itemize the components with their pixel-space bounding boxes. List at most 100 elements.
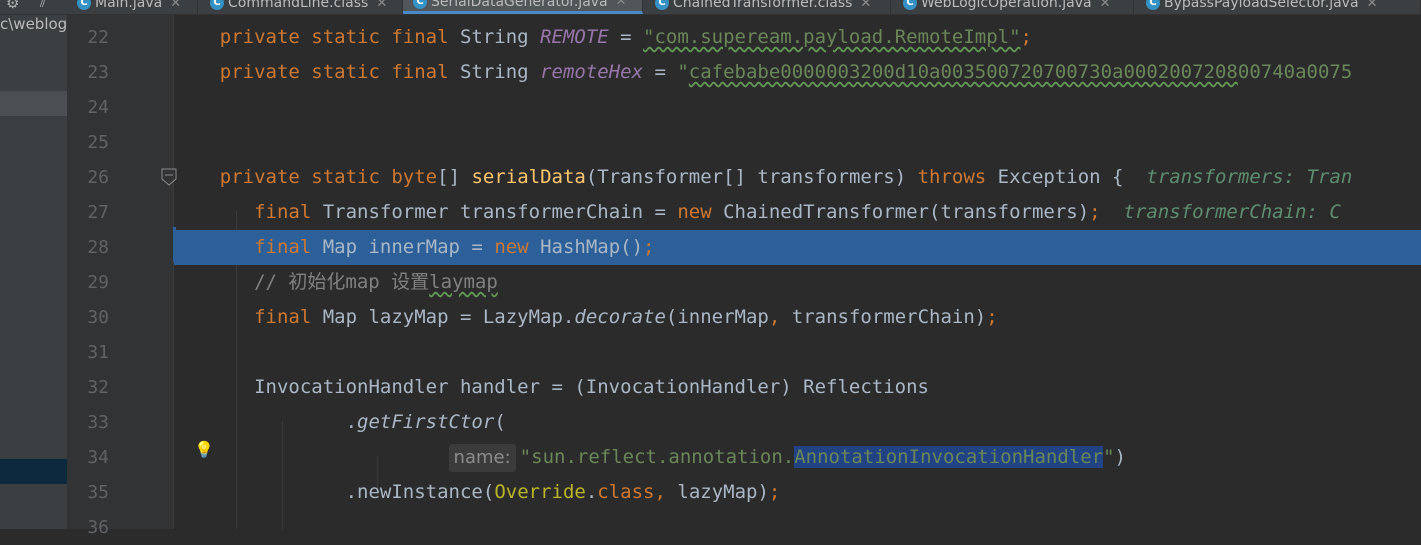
token-plain: (Transformer[] transformers) <box>585 166 918 188</box>
token-comma: , <box>654 481 678 503</box>
code-line-32: InvocationHandler handler = (InvocationH… <box>174 370 1421 405</box>
code-line-26: private static byte[] serialData(Transfo… <box>174 160 1421 195</box>
token-keyword: private static final <box>219 61 460 83</box>
token-plain: Map lazyMap = LazyMap. <box>322 306 575 328</box>
code-line-30: final Map lazyMap = LazyMap.decorate(inn… <box>174 300 1421 335</box>
parameter-name-hint: name: <box>448 444 516 472</box>
tab-bypasspayloadselector-java[interactable]: C BypassPayloadSelector.java ✕ <box>1134 0 1421 14</box>
token-keyword: new <box>494 236 541 258</box>
tab-label: SerialDataGenerator.java <box>431 0 608 10</box>
line-number: 25 <box>87 132 109 153</box>
tab-main-java[interactable]: C Main.java ✕ <box>67 0 198 14</box>
token-plain: Transformer transformerChain = <box>322 201 678 223</box>
inline-debug-hint: transformers: Tran <box>1123 166 1353 188</box>
token-constant: REMOTE <box>540 26 609 48</box>
tab-chainedtransformer-class[interactable]: C ChainedTransformer.class ✕ <box>643 0 891 14</box>
token-comment: // 初始化map 设置 <box>254 271 430 293</box>
token-keyword: class <box>597 481 655 503</box>
close-icon[interactable]: ✕ <box>616 0 627 9</box>
token-quote: " <box>519 446 532 468</box>
project-panel: ⚙ ⫽ c\weblog <box>0 0 67 529</box>
token-keyword: byte <box>391 166 438 188</box>
token-plain: ) <box>1114 446 1126 468</box>
line-number: 28 <box>87 237 109 258</box>
code-line-34: name: "sun.reflect.annotation.AnnotationI… <box>174 440 1421 475</box>
token-plain: ( <box>494 411 506 433</box>
line-number: 35 <box>87 482 109 503</box>
token-string: cafebabe0000003200d10a003500720700730a00… <box>688 61 1238 83</box>
close-icon[interactable]: ✕ <box>860 0 871 11</box>
token-keyword: final <box>254 306 323 328</box>
tab-label: CommandLine.class <box>228 0 369 11</box>
tab-commandline-class[interactable]: C CommandLine.class ✕ <box>198 0 403 14</box>
close-icon[interactable]: ✕ <box>376 0 387 11</box>
token-semicolon: ; <box>986 306 998 328</box>
close-icon[interactable]: ✕ <box>1367 0 1378 11</box>
close-icon[interactable]: ✕ <box>170 0 181 11</box>
class-icon: C <box>77 0 91 10</box>
tab-label: BypassPayloadSelector.java <box>1164 0 1359 11</box>
token-quote: " <box>677 61 689 83</box>
code-line-23: private static final String remoteHex = … <box>174 55 1421 90</box>
gear-icon[interactable]: ⚙ <box>6 0 19 12</box>
tab-serialdatagenerator-java[interactable]: C SerialDataGenerator.java ✕ <box>403 0 643 14</box>
tab-weblogicoperation-java[interactable]: C WebLogicOperation.java ✕ <box>891 0 1134 14</box>
project-tree-row[interactable] <box>0 91 67 116</box>
close-icon[interactable]: ✕ <box>1100 0 1111 11</box>
token-type: String <box>459 61 541 83</box>
line-number: 31 <box>87 342 109 363</box>
token-plain: InvocationHandler handler = (InvocationH… <box>254 376 929 398</box>
token-string: sun.reflect.annotation. <box>531 446 795 468</box>
line-number: 32 <box>87 377 109 398</box>
class-icon: C <box>1146 0 1160 10</box>
token-plain: . <box>345 411 358 433</box>
class-icon: C <box>413 0 427 9</box>
token-keyword: private static final <box>219 26 460 48</box>
token-type: String <box>459 26 541 48</box>
code-editor[interactable]: private static final String REMOTE = "co… <box>174 15 1421 529</box>
token-semicolon: ; <box>1020 26 1032 48</box>
token-comma: , <box>768 306 792 328</box>
token-plain: .newInstance( <box>345 481 495 503</box>
token-static-method: decorate <box>574 306 666 328</box>
line-number: 30 <box>87 307 109 328</box>
token-plain: Map innerMap = <box>322 236 495 258</box>
line-number: 22 <box>87 27 109 48</box>
editor-gutter[interactable]: 22 23 24 25 26 27 28 29 30 31 32 33 34 3… <box>67 15 177 538</box>
token-plain: (innerMap <box>665 306 769 328</box>
token-operator: = <box>643 61 678 83</box>
token-string: "com.supeream.payload.RemoteImpl" <box>643 26 1021 48</box>
token-plain: . <box>585 481 598 503</box>
code-line-29: // 初始化map 设置laymap <box>174 265 1421 300</box>
token-plain: [] <box>437 166 472 188</box>
class-icon: C <box>210 0 224 10</box>
token-string: 00740a0075 <box>1237 61 1353 83</box>
tab-label: Main.java <box>95 0 163 11</box>
token-semicolon: ; <box>1089 201 1101 223</box>
code-line-27: final Transformer transformerChain = new… <box>174 195 1421 230</box>
code-line-22: private static final String REMOTE = "co… <box>174 20 1421 55</box>
token-keyword: new <box>677 201 724 223</box>
line-number: 34 <box>87 447 109 468</box>
token-semicolon: ; <box>768 481 781 503</box>
token-plain: transformerChain) <box>791 306 987 328</box>
class-icon: C <box>903 0 917 10</box>
line-number: 24 <box>87 97 109 118</box>
editor-tab-bar: C Main.java ✕ C CommandLine.class ✕ C Se… <box>67 0 1421 15</box>
token-plain: Exception { <box>997 166 1124 188</box>
project-toolbar: ⚙ ⫽ <box>0 0 67 15</box>
project-tree-row-selected[interactable] <box>0 459 67 484</box>
class-icon: C <box>655 0 669 10</box>
inline-debug-hint: transformerChain: C <box>1100 201 1341 223</box>
line-number: 33 <box>87 412 109 433</box>
pin-icon[interactable]: ⫽ <box>40 0 46 11</box>
line-number: 26 <box>87 167 109 188</box>
token-keyword: private static <box>219 166 392 188</box>
token-operator: = <box>608 26 644 48</box>
token-keyword: final <box>254 236 323 258</box>
tab-label: WebLogicOperation.java <box>921 0 1092 11</box>
code-line-28-current: final Map innerMap = new HashMap(); <box>174 230 1421 265</box>
token-field: remoteHex <box>540 61 644 83</box>
line-number: 27 <box>87 202 109 223</box>
line-number: 36 <box>87 517 109 538</box>
